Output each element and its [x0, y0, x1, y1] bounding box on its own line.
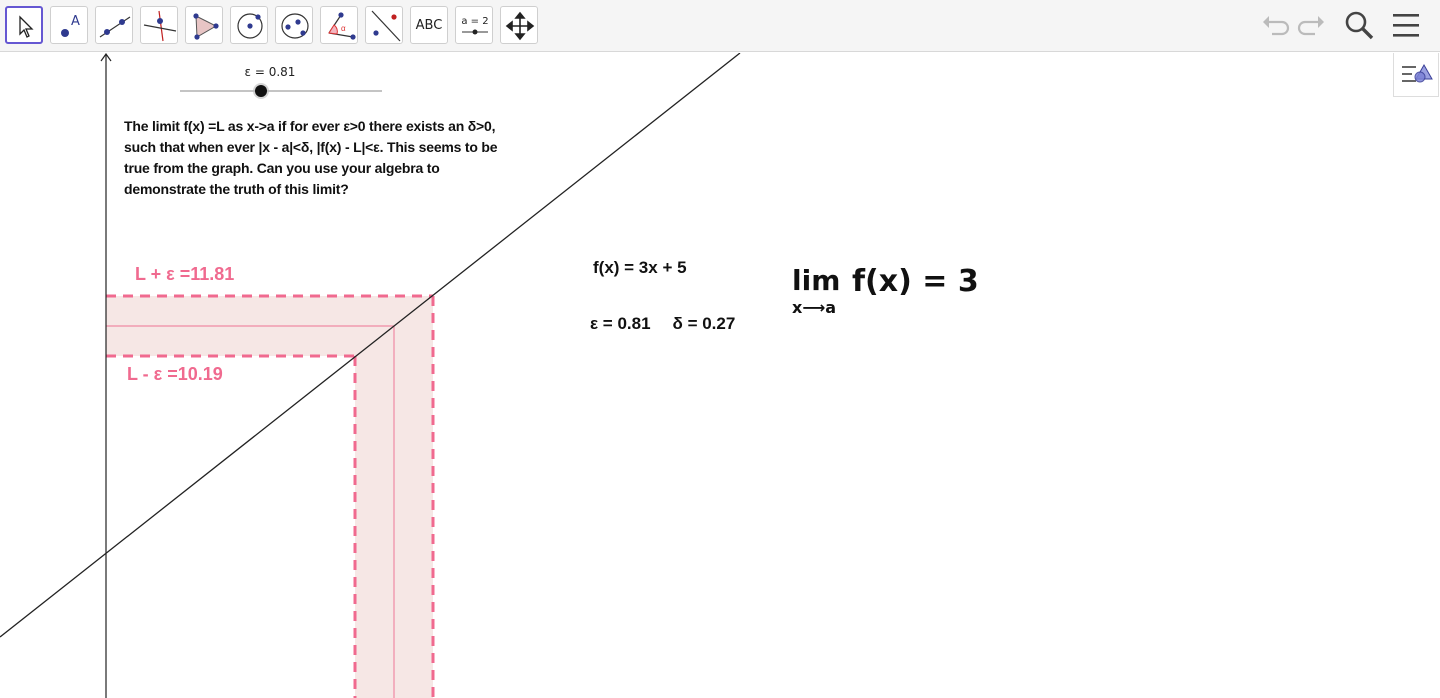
angle-icon: α	[328, 12, 356, 40]
menu-icon	[1393, 14, 1419, 37]
tool-slider[interactable]: a = 2	[455, 6, 493, 44]
reflect-icon	[371, 10, 401, 42]
svg-text:A: A	[71, 14, 80, 29]
tool-move[interactable]	[5, 6, 43, 44]
lim-expression: f(x) = 3	[852, 264, 979, 299]
text-icon: ABC	[415, 17, 443, 33]
tool-text[interactable]: ABC	[410, 6, 448, 44]
definition-text: The limit f(x) =L as x->a if for ever ε>…	[124, 118, 498, 197]
move-graphics-view-icon	[505, 11, 535, 41]
redo-button[interactable]	[1295, 8, 1329, 42]
tool-move-view[interactable]	[500, 6, 538, 44]
perpendicular-line-icon	[143, 10, 177, 42]
tool-reflect[interactable]	[365, 6, 403, 44]
conic-icon	[281, 13, 309, 39]
epsilon-delta-values: ε = 0.81 δ = 0.27	[590, 314, 757, 334]
circle-center-point-icon	[237, 13, 263, 39]
lim-subscript: x⟶a	[792, 298, 837, 317]
style-bar-icon	[1402, 63, 1433, 83]
svg-text:a = 2: a = 2	[461, 16, 488, 27]
menu-button[interactable]	[1389, 8, 1423, 42]
search-icon	[1345, 11, 1374, 40]
tool-line[interactable]	[95, 6, 133, 44]
undo-icon	[1263, 16, 1290, 36]
tool-perpendicular[interactable]	[140, 6, 178, 44]
point-icon: A	[61, 14, 80, 37]
line-icon	[99, 16, 131, 38]
tool-polygon[interactable]	[185, 6, 223, 44]
toolbar: A α ABC a = 2	[0, 0, 1440, 52]
tool-ellipse[interactable]	[275, 6, 313, 44]
style-bar-toggle[interactable]	[1393, 53, 1439, 97]
search-button[interactable]	[1342, 8, 1376, 42]
svg-text:α: α	[341, 24, 346, 33]
slider-label: ε = 0.81	[244, 65, 296, 79]
tool-angle[interactable]: α	[320, 6, 358, 44]
tool-circle[interactable]	[230, 6, 268, 44]
function-text: f(x) = 3x + 5	[593, 258, 687, 277]
undo-button[interactable]	[1258, 8, 1292, 42]
lower-bound-label: L - ε =10.19	[127, 364, 223, 384]
epsilon-slider-thumb[interactable]	[255, 85, 267, 97]
polygon-icon	[193, 13, 219, 40]
lim-word: lim	[792, 264, 841, 297]
epsilon-value: ε = 0.81	[590, 314, 651, 333]
tool-point[interactable]: A	[50, 6, 88, 44]
upper-bound-label: L + ε =11.81	[135, 264, 235, 284]
slider-icon: a = 2	[461, 16, 489, 35]
move-pointer-icon	[19, 15, 34, 38]
redo-icon	[1297, 16, 1324, 36]
delta-value: δ = 0.27	[672, 314, 736, 333]
